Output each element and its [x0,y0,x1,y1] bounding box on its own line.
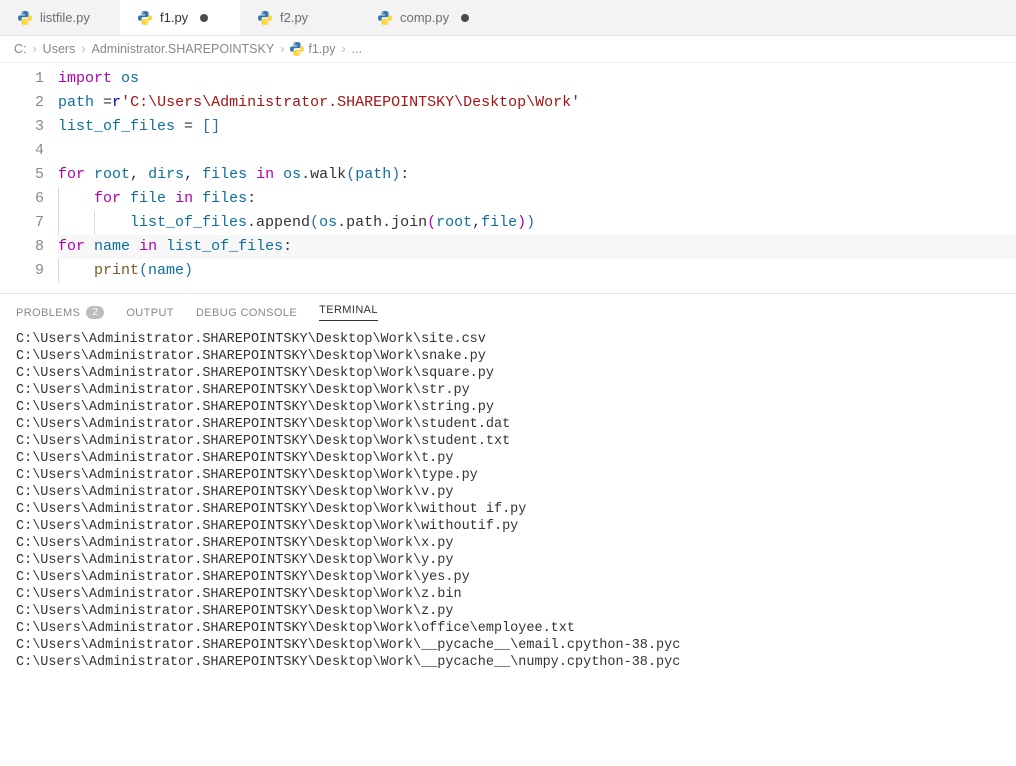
code-line[interactable] [58,139,1016,163]
breadcrumb: C: › Users › Administrator.SHAREPOINTSKY › f1.… [0,36,1016,63]
tab-label: comp.py [400,10,449,25]
python-icon [18,11,32,25]
code-area[interactable]: import ospath =r'C:\Users\Administrator.… [58,67,1016,283]
editor-tab-bar: listfile.py f1.py f2.py comp.py [0,0,1016,36]
code-line[interactable]: print(name) [58,259,1016,283]
problems-count-badge: 2 [86,306,104,319]
python-icon [258,11,272,25]
editor-tab[interactable]: comp.py [360,0,487,35]
breadcrumb-segment[interactable]: Administrator.SHAREPOINTSKY [92,42,275,56]
code-line[interactable]: for file in files: [58,187,1016,211]
chevron-right-icon: › [280,42,284,56]
code-editor[interactable]: 123456789 import ospath =r'C:\Users\Admi… [0,63,1016,293]
breadcrumb-segment[interactable]: C: [14,42,27,56]
panel-tab-label: OUTPUT [126,307,174,319]
line-number: 2 [0,91,44,115]
dirty-indicator-icon [200,14,208,22]
breadcrumb-more[interactable]: ... [352,42,362,56]
panel-tab-problems[interactable]: PROBLEMS 2 [16,306,104,319]
python-icon [138,11,152,25]
chevron-right-icon: › [33,42,37,56]
code-line[interactable]: import os [58,67,1016,91]
panel-tab-label: DEBUG CONSOLE [196,307,297,319]
line-number: 9 [0,259,44,283]
panel-tab-debug-console[interactable]: DEBUG CONSOLE [196,307,297,319]
line-number-gutter: 123456789 [0,67,58,283]
python-icon [378,11,392,25]
panel-tab-output[interactable]: OUTPUT [126,307,174,319]
code-line[interactable]: for name in list_of_files: [58,235,1016,259]
tab-label: f1.py [160,10,188,25]
line-number: 7 [0,211,44,235]
tab-label: listfile.py [40,10,90,25]
line-number: 8 [0,235,44,259]
editor-tab[interactable]: f2.py [240,0,360,35]
line-number: 5 [0,163,44,187]
panel-tab-label: PROBLEMS [16,307,80,319]
panel-tab-label: TERMINAL [319,304,378,316]
breadcrumb-segment[interactable]: Users [43,42,76,56]
line-number: 4 [0,139,44,163]
line-number: 3 [0,115,44,139]
python-icon [290,42,304,56]
code-line[interactable]: list_of_files.append(os.path.join(root,f… [58,211,1016,235]
editor-tab[interactable]: listfile.py [0,0,120,35]
tab-label: f2.py [280,10,308,25]
dirty-indicator-icon [461,14,469,22]
chevron-right-icon: › [81,42,85,56]
code-line[interactable]: for root, dirs, files in os.walk(path): [58,163,1016,187]
chevron-right-icon: › [341,42,345,56]
panel-tab-terminal[interactable]: TERMINAL [319,304,378,321]
panel-tab-bar: PROBLEMS 2 OUTPUT DEBUG CONSOLE TERMINAL [0,294,1016,327]
line-number: 1 [0,67,44,91]
breadcrumb-file[interactable]: f1.py [290,42,335,56]
editor-tab[interactable]: f1.py [120,0,240,35]
code-line[interactable]: list_of_files = [] [58,115,1016,139]
line-number: 6 [0,187,44,211]
code-line[interactable]: path =r'C:\Users\Administrator.SHAREPOIN… [58,91,1016,115]
terminal-output[interactable]: C:\Users\Administrator.SHAREPOINTSKY\Des… [0,327,1016,683]
